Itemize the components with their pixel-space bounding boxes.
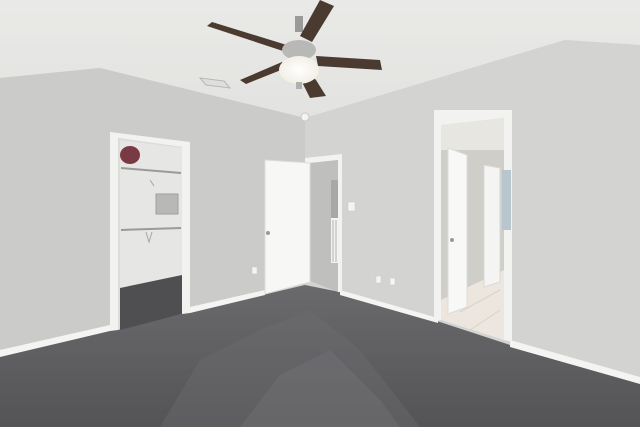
outlet-icon [389, 277, 396, 286]
smoke-detector-icon [300, 112, 310, 122]
outlet-icon [375, 275, 382, 284]
light-switch-icon [347, 201, 356, 212]
door-knob-icon [266, 231, 270, 235]
bedroom-door [264, 159, 311, 295]
walk-in-closet [110, 132, 190, 331]
bathroom-doorway [434, 110, 512, 342]
bedroom-photo [0, 0, 640, 427]
hallway-opening [305, 154, 342, 292]
outlet-icon [251, 266, 258, 275]
door-knob-icon [450, 238, 454, 242]
